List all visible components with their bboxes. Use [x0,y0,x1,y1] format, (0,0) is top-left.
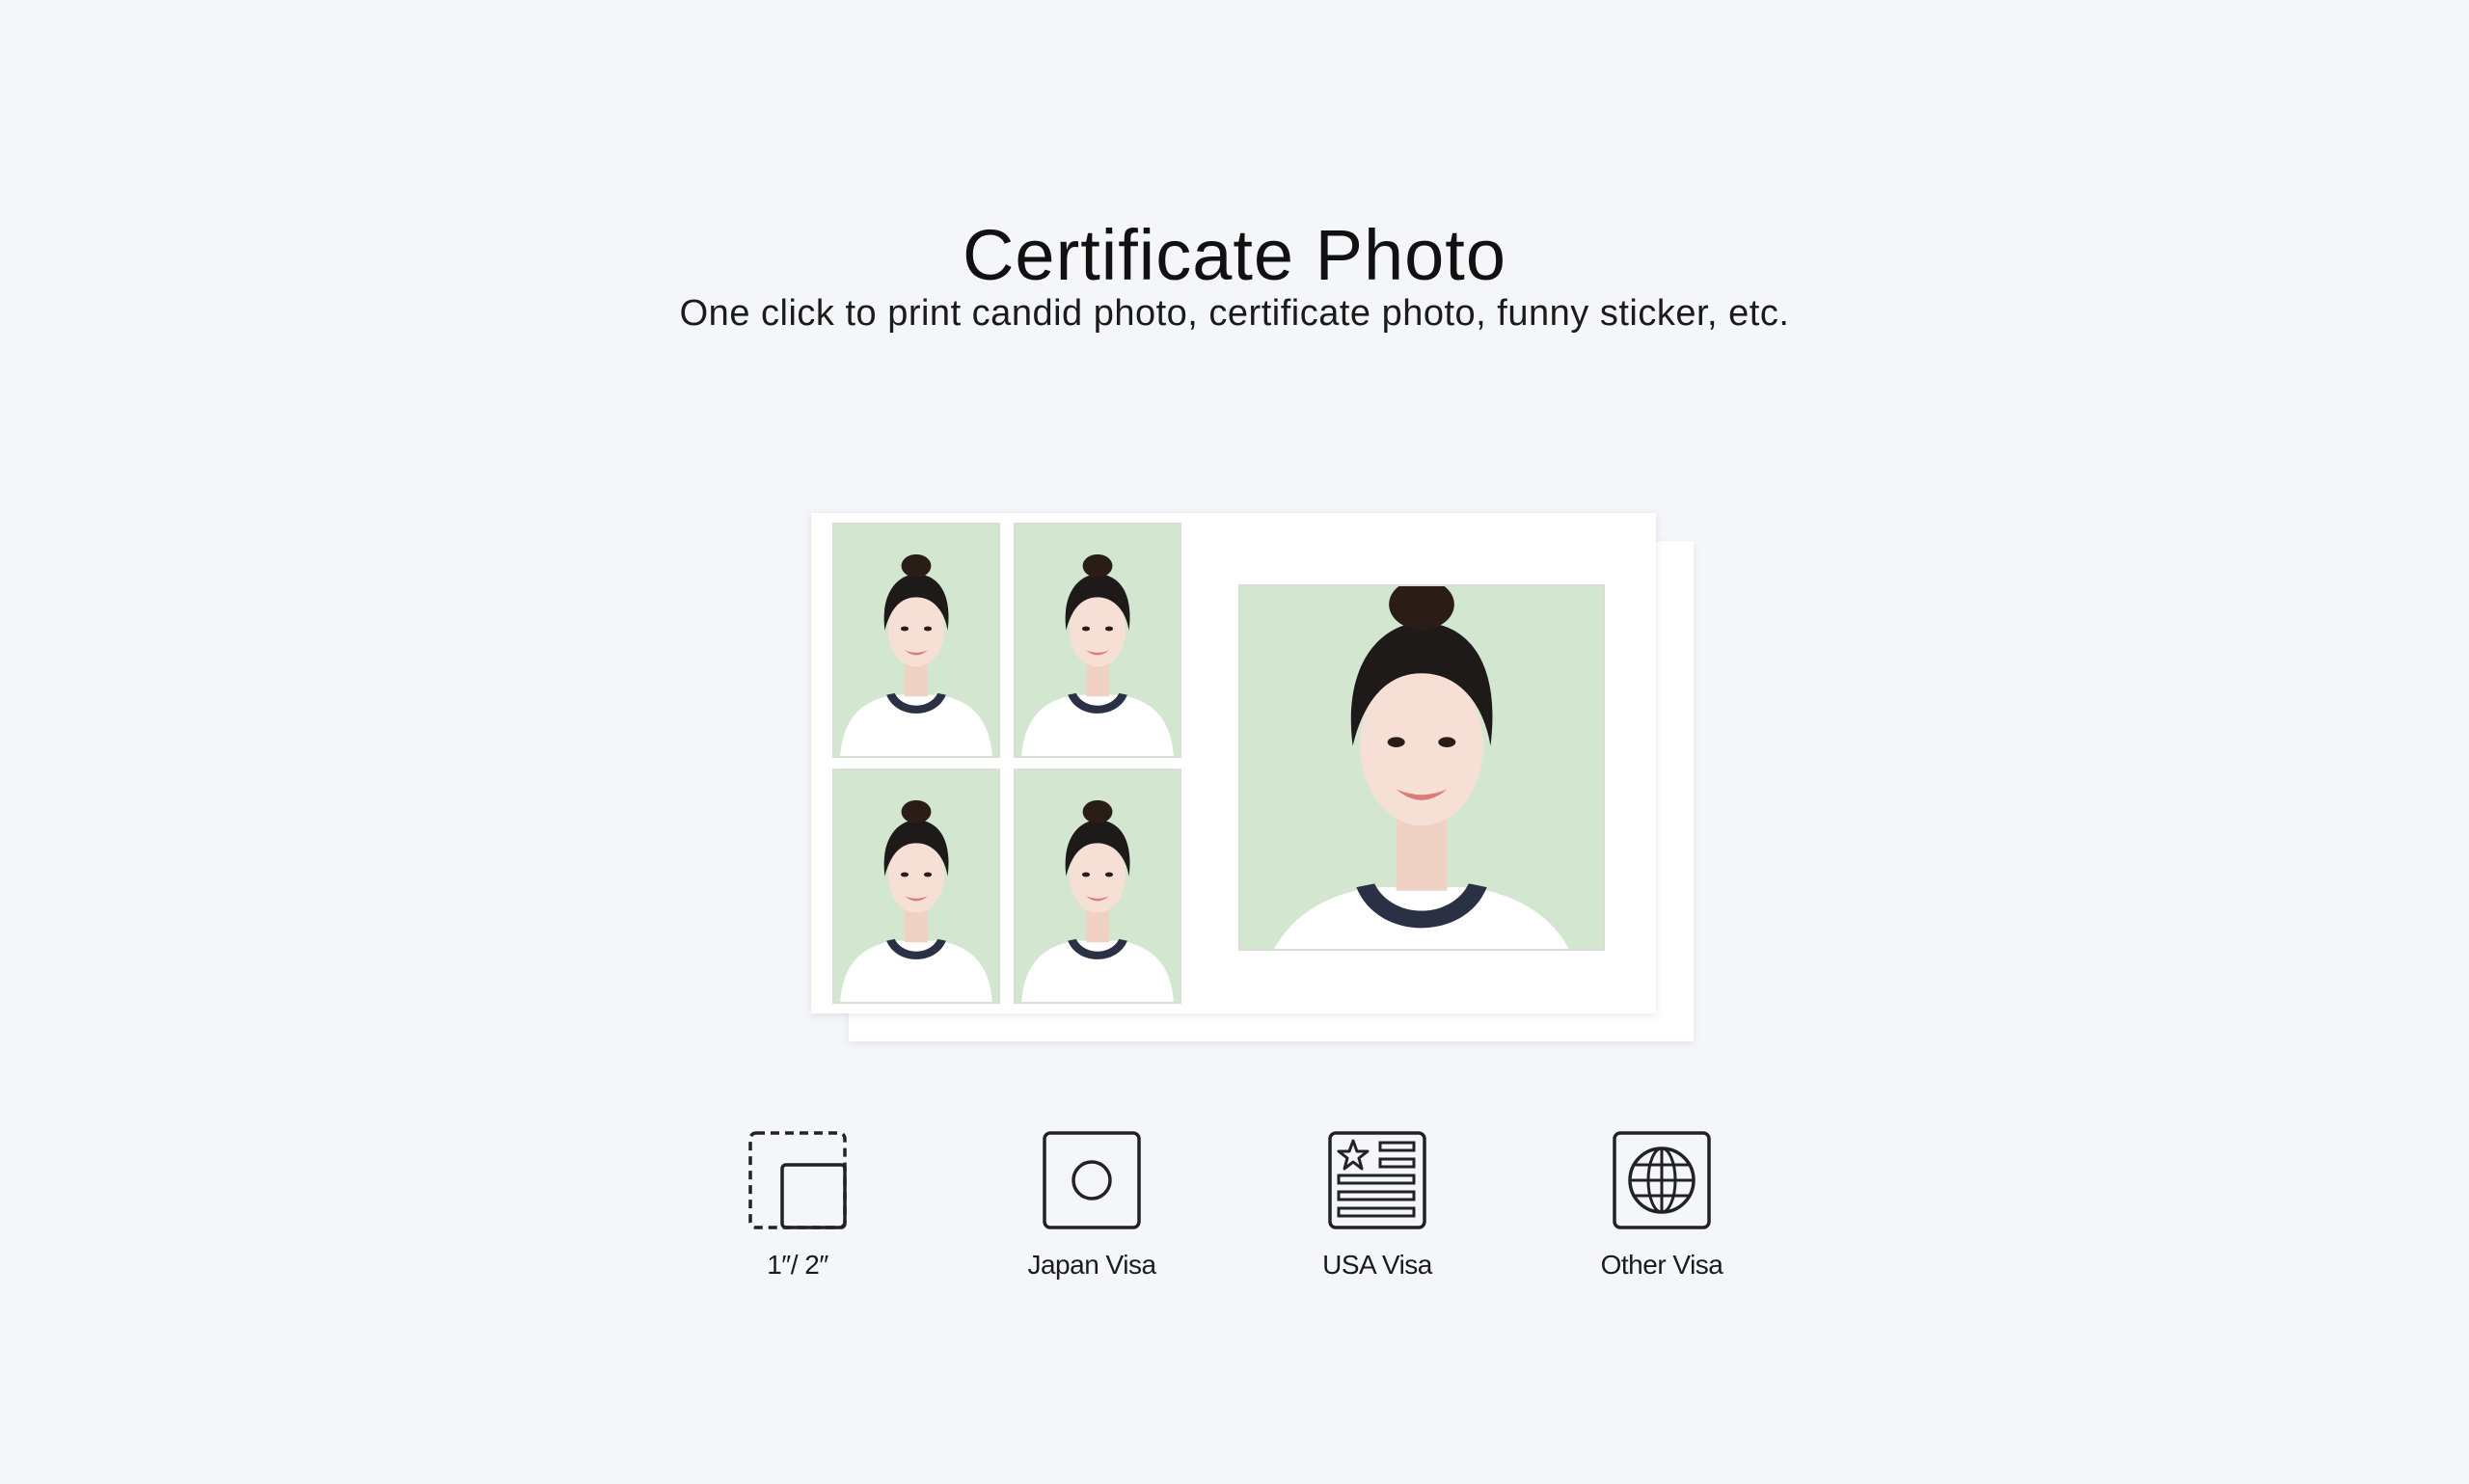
portrait-image [1016,770,1180,1002]
option-japan-visa[interactable]: Japan Visa [976,1130,1207,1279]
page-title: Certificate Photo [962,214,1507,295]
option-other-visa[interactable]: Other Visa [1546,1130,1777,1279]
page-subtitle: One click to print candid photo, certifi… [679,293,1790,334]
option-usa-visa[interactable]: USA Visa [1262,1130,1493,1279]
photo-size-icon [748,1131,847,1229]
option-label: 1″/ 2″ [767,1250,828,1280]
japan-flag-icon [1043,1131,1141,1229]
option-label: Other Visa [1600,1250,1723,1280]
option-label: Japan Visa [1027,1250,1156,1280]
portrait-image [1240,586,1603,949]
photo-sheet [811,513,1656,1013]
usa-flag-icon [1328,1131,1426,1229]
option-label: USA Visa [1322,1250,1432,1280]
portrait-image [834,525,998,756]
small-photo [1014,523,1181,758]
portrait-image [834,770,998,1002]
option-1-2-inch[interactable]: 1″/ 2″ [682,1130,913,1279]
small-photo [1014,769,1181,1004]
portrait-image [1016,525,1180,756]
large-photo [1238,584,1605,951]
small-photo [832,769,1000,1004]
small-photo [832,523,1000,758]
globe-icon [1613,1131,1711,1229]
